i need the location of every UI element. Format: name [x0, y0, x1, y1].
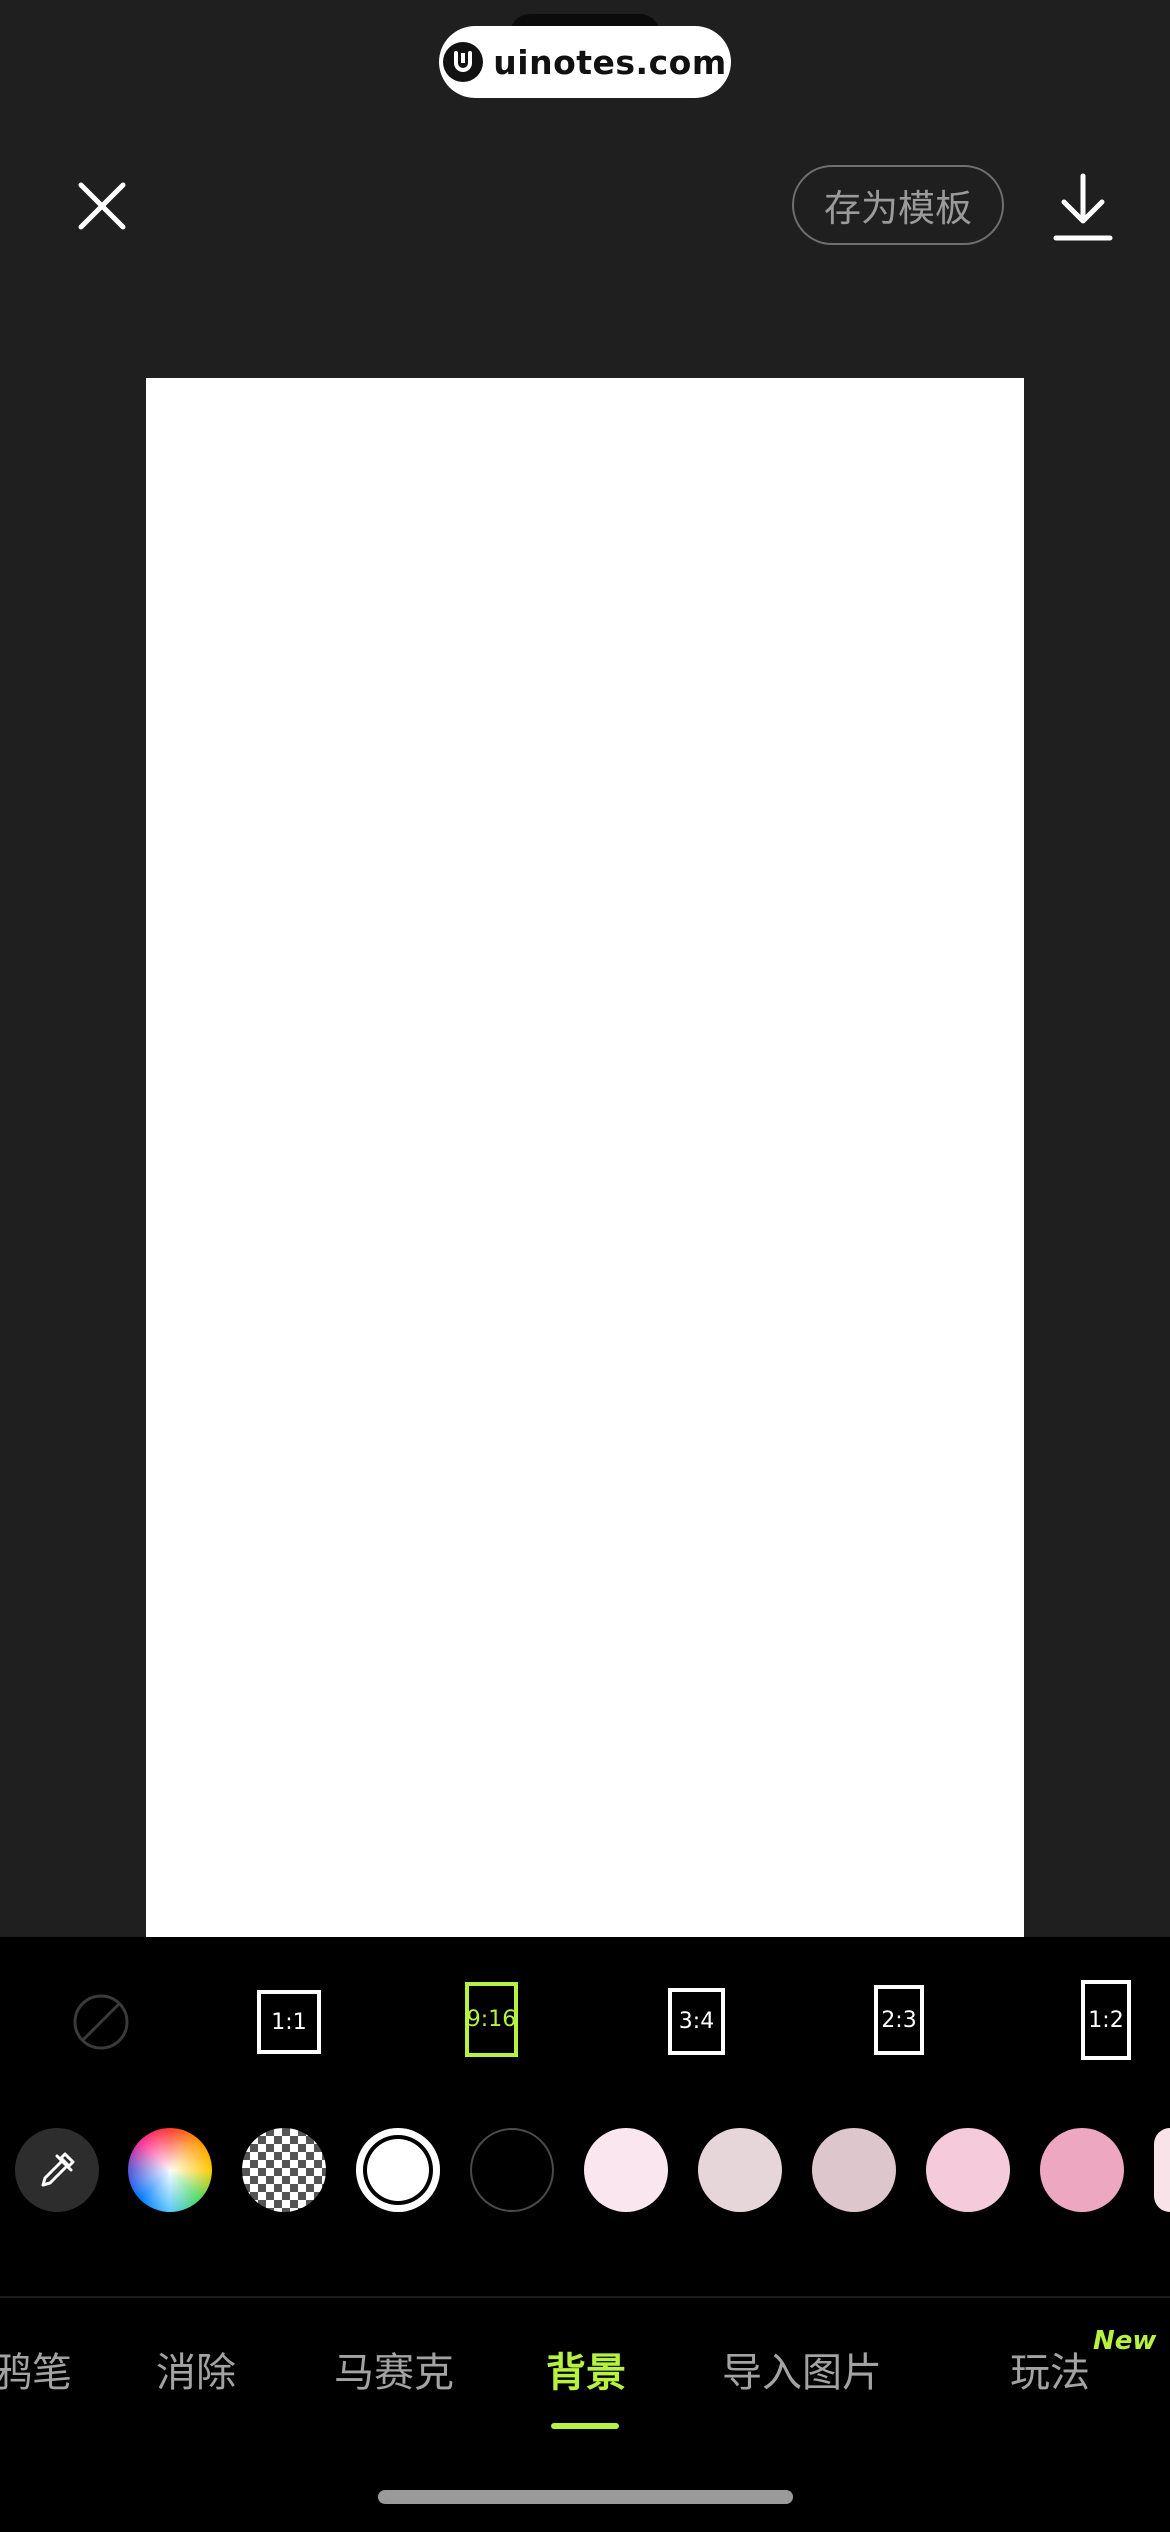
swatch-black[interactable]	[470, 2128, 554, 2212]
color-wheel-icon[interactable]	[128, 2128, 212, 2212]
swatch-partial[interactable]	[1154, 2128, 1170, 2212]
ratio-1-1-button[interactable]: 1:1	[257, 1990, 321, 2054]
watermark-text: uinotes.com	[493, 42, 727, 82]
swatch-mauve[interactable]	[812, 2128, 896, 2212]
watermark-logo-icon	[443, 42, 484, 82]
tab-play[interactable]: 玩法	[1010, 2340, 1090, 2400]
tab-erase[interactable]: 消除	[156, 2340, 236, 2400]
aspect-ratio-row	[0, 1937, 1170, 2107]
eyedropper-icon	[41, 2152, 75, 2187]
download-button[interactable]	[1052, 172, 1114, 244]
eyedropper-button[interactable]	[15, 2128, 99, 2212]
swatch-light-pink[interactable]	[584, 2128, 668, 2212]
ratio-9-16-button[interactable]: 9:16	[465, 1982, 518, 2057]
tab-brush[interactable]: 鸦笔	[0, 2340, 72, 2400]
transparent-checker-icon[interactable]	[242, 2128, 326, 2212]
tab-import-image[interactable]: 导入图片	[722, 2340, 882, 2400]
ratio-1-2-button[interactable]: 1:2	[1081, 1980, 1131, 2060]
swatch-rose[interactable]	[1040, 2128, 1124, 2212]
swatch-pink[interactable]	[926, 2128, 1010, 2212]
ratio-3-4-button[interactable]: 3:4	[668, 1988, 725, 2055]
save-template-button[interactable]: 存为模板	[792, 165, 1004, 245]
none-icon[interactable]	[72, 1993, 130, 2051]
close-icon	[78, 182, 126, 230]
ratio-2-3-button[interactable]: 2:3	[874, 1985, 924, 2055]
swatch-white-selected[interactable]	[356, 2128, 440, 2212]
close-button[interactable]	[72, 176, 132, 236]
tab-background[interactable]: 背景	[546, 2340, 626, 2400]
home-indicator	[378, 2490, 793, 2504]
active-tab-indicator	[551, 2423, 619, 2429]
swatch-dusty-pink[interactable]	[698, 2128, 782, 2212]
tab-mosaic[interactable]: 马赛克	[334, 2340, 454, 2400]
download-icon	[1053, 173, 1113, 241]
new-badge: New	[1093, 2326, 1157, 2356]
watermark-badge: uinotes.com	[439, 26, 731, 98]
tab-divider	[0, 2296, 1170, 2298]
canvas-preview[interactable]	[146, 378, 1024, 1937]
